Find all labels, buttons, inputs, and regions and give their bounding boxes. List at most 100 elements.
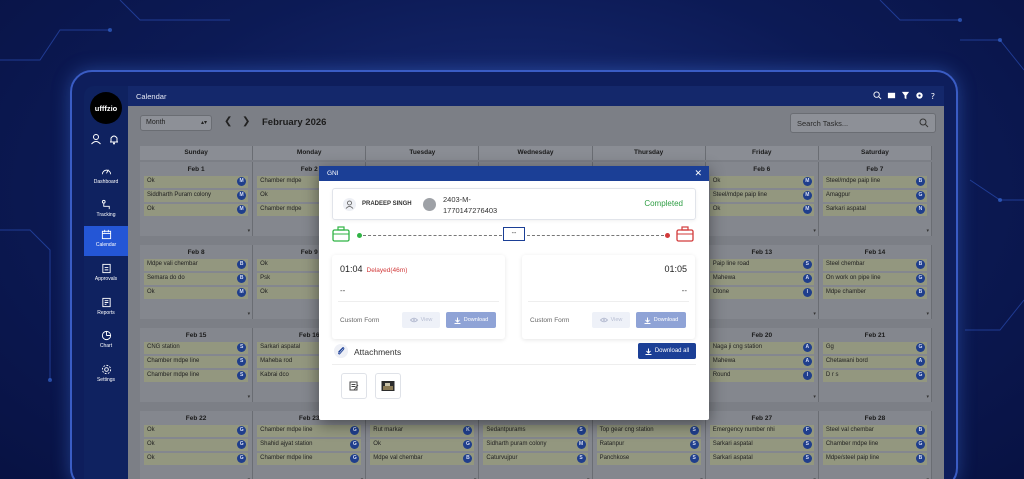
nav-settings[interactable]: Settings <box>84 361 128 391</box>
calendar-day-cell[interactable]: Feb 22OkGOkGOkG▾ <box>140 411 254 479</box>
calendar-event[interactable]: Ratanpur S <box>596 439 701 451</box>
calendar-event[interactable]: Panchkose S <box>596 453 701 465</box>
calendar-day-cell[interactable]: Feb 25SedantpuramsSSidharth puram colony… <box>479 411 593 479</box>
calendar-event[interactable]: Sidharth puram colony M <box>483 439 588 451</box>
attachment-thumbnail[interactable] <box>341 373 367 399</box>
scroll-down-icon[interactable]: ▾ <box>926 311 929 317</box>
calendar-event[interactable]: Emergency number nhi F <box>709 425 814 437</box>
calendar-day-cell[interactable]: Feb 14 Steel chembar B On work on pipe line… <box>818 245 932 319</box>
help-icon[interactable]: ? <box>929 91 938 100</box>
app-logo[interactable]: ufffzio <box>90 92 122 124</box>
calendar-event[interactable]: Ok M <box>709 204 814 216</box>
calendar-event[interactable]: Caturvujpur S <box>483 453 588 465</box>
calendar-day-cell[interactable]: Feb 6 Ok M Steel/mdpe paip line M Ok M ▾ <box>705 162 819 236</box>
filter-icon[interactable] <box>901 91 910 100</box>
calendar-event[interactable]: Steel chembar B <box>822 259 927 271</box>
calendar-day-cell[interactable]: Feb 26Top gear cng stationSRatanpurSPanc… <box>592 411 706 479</box>
calendar-event[interactable]: Siddharth Puram colony M <box>144 190 249 202</box>
calendar-event[interactable]: Mdpe chamber B <box>822 287 927 299</box>
calendar-event[interactable]: Chamber mdpe line S <box>144 370 249 382</box>
calendar-event[interactable]: Chamber mdpe line G <box>257 453 362 465</box>
nav-approvals[interactable]: Approvals <box>84 260 128 290</box>
scroll-down-icon[interactable]: ▾ <box>813 228 816 234</box>
calendar-day-cell[interactable]: Feb 20 Naga ji cng station A Mahewa A Round I ▾ <box>705 328 819 402</box>
calendar-event[interactable]: Chetawani bord A <box>822 356 927 368</box>
calendar-event[interactable]: Chamber mdpe line G <box>822 439 927 451</box>
calendar-event[interactable]: Gg G <box>822 342 927 354</box>
calendar-event[interactable]: Ok G <box>144 439 249 451</box>
nav-tracking[interactable]: Tracking <box>84 196 128 226</box>
scroll-down-icon[interactable]: ▾ <box>926 228 929 234</box>
calendar-event[interactable]: Sedantpurams S <box>483 425 588 437</box>
calendar-day-cell[interactable]: Feb 21 Gg G Chetawani bord A D r s G ▾ <box>818 328 932 402</box>
calendar-day-cell[interactable]: Feb 27 Emergency number nhi F Sarkari aspat… <box>705 411 819 479</box>
calendar-event[interactable]: Otone I <box>709 287 814 299</box>
calendar-event[interactable]: Rut markar K <box>370 425 475 437</box>
prev-month-button[interactable]: ❮ <box>224 116 232 127</box>
calendar-event[interactable]: Ok G <box>370 439 475 451</box>
nav-dashboard[interactable]: Dashboard <box>84 163 128 193</box>
user-icon[interactable] <box>90 133 102 145</box>
scroll-down-icon[interactable]: ▾ <box>926 394 929 400</box>
calendar-event[interactable]: Steel/mdpe paip line M <box>709 190 814 202</box>
calendar-event[interactable]: Semara do do B <box>144 273 249 285</box>
scroll-down-icon[interactable]: ▾ <box>248 228 251 234</box>
calendar-event[interactable]: Ok M <box>144 204 249 216</box>
calendar-event[interactable]: Naga ji cng station A <box>709 342 814 354</box>
calendar-event[interactable]: Top gear cng station S <box>596 425 701 437</box>
calendar-event[interactable]: Ok M <box>144 287 249 299</box>
nav-chart[interactable]: Chart <box>84 327 128 357</box>
search-input[interactable]: Search Tasks... <box>790 113 936 133</box>
scroll-down-icon[interactable]: ▾ <box>813 394 816 400</box>
download-button[interactable]: Download <box>446 312 496 328</box>
calendar-event[interactable]: Chamber mdpe line S <box>144 356 249 368</box>
calendar-event[interactable]: On work on pipe line G <box>822 273 927 285</box>
calendar-event[interactable]: Steel/mdpe paip line B <box>822 176 927 188</box>
calendar-event[interactable]: Shahid ajyat station G <box>257 439 362 451</box>
calendar-day-cell[interactable]: Feb 23 Chamber mdpe line G Shahid ajyat sta… <box>253 411 367 479</box>
calendar-event[interactable]: Mdpe vali chembar B <box>144 259 249 271</box>
download-all-button[interactable]: Download all <box>638 343 696 359</box>
calendar-event[interactable]: Ok M <box>709 176 814 188</box>
calendar-event[interactable]: Sarkari aspatal S <box>709 453 814 465</box>
calendar-day-cell[interactable]: Feb 15 CNG station S Chamber mdpe line S Cham… <box>140 328 254 402</box>
calendar-event[interactable]: Sarkari aspatal S <box>709 439 814 451</box>
calendar-event[interactable]: Chamber mdpe line G <box>257 425 362 437</box>
calendar-day-cell[interactable]: Feb 1 Ok M Siddharth Puram colony M Ok M ▾ <box>140 162 254 236</box>
nav-calendar[interactable]: Calendar <box>84 226 128 256</box>
calendar-event[interactable]: Mdpe val chembar B <box>370 453 475 465</box>
calendar-event[interactable]: D r sG <box>822 370 927 382</box>
calendar-event[interactable]: Ok G <box>144 425 249 437</box>
view-button[interactable]: View <box>402 312 440 328</box>
view-button[interactable]: View <box>592 312 630 328</box>
calendar-day-cell[interactable]: Feb 24Rut markarKOkGMdpe val chembarB▾ <box>366 411 480 479</box>
scroll-down-icon[interactable]: ▾ <box>813 311 816 317</box>
calendar-event[interactable]: Mdpe/steel paip line B <box>822 453 927 465</box>
settings-icon[interactable] <box>915 91 924 100</box>
calendar-event[interactable]: Paip line road S <box>709 259 814 271</box>
calendar-event[interactable]: Sarkari aspatal N <box>822 204 927 216</box>
calendar-event[interactable]: Mahewa A <box>709 273 814 285</box>
calendar-event[interactable]: Round I <box>709 370 814 382</box>
calendar-event[interactable]: CNG station S <box>144 342 249 354</box>
calendar-event[interactable]: Amagpur G <box>822 190 927 202</box>
scroll-down-icon[interactable]: ▾ <box>248 311 251 317</box>
search-icon[interactable] <box>873 91 882 100</box>
calendar-day-cell[interactable]: Feb 28 Steel val chembar B Chamber mdpe lin… <box>818 411 932 479</box>
view-select[interactable]: Month ▴▾ <box>140 115 212 131</box>
next-month-button[interactable]: ❯ <box>242 116 250 127</box>
calendar-event[interactable]: Ok M <box>144 176 249 188</box>
bell-icon[interactable] <box>108 133 120 145</box>
calendar-event[interactable]: Steel val chembar B <box>822 425 927 437</box>
calendar-event[interactable]: Ok G <box>144 453 249 465</box>
download-button[interactable]: Download <box>636 312 686 328</box>
scroll-down-icon[interactable]: ▾ <box>248 394 251 400</box>
nav-reports[interactable]: Reports <box>84 294 128 324</box>
close-icon[interactable]: ✕ <box>694 168 702 179</box>
layers-icon[interactable] <box>887 91 896 100</box>
calendar-event[interactable]: Mahewa A <box>709 356 814 368</box>
calendar-day-cell[interactable]: Feb 7 Steel/mdpe paip line B Amagpur G Sarkar… <box>818 162 932 236</box>
calendar-day-cell[interactable]: Feb 13 Paip line road S Mahewa A Otone I ▾ <box>705 245 819 319</box>
attachment-thumbnail[interactable] <box>375 373 401 399</box>
calendar-day-cell[interactable]: Feb 8 Mdpe vali chembar B Semara do do B Ok M ▾ <box>140 245 254 319</box>
